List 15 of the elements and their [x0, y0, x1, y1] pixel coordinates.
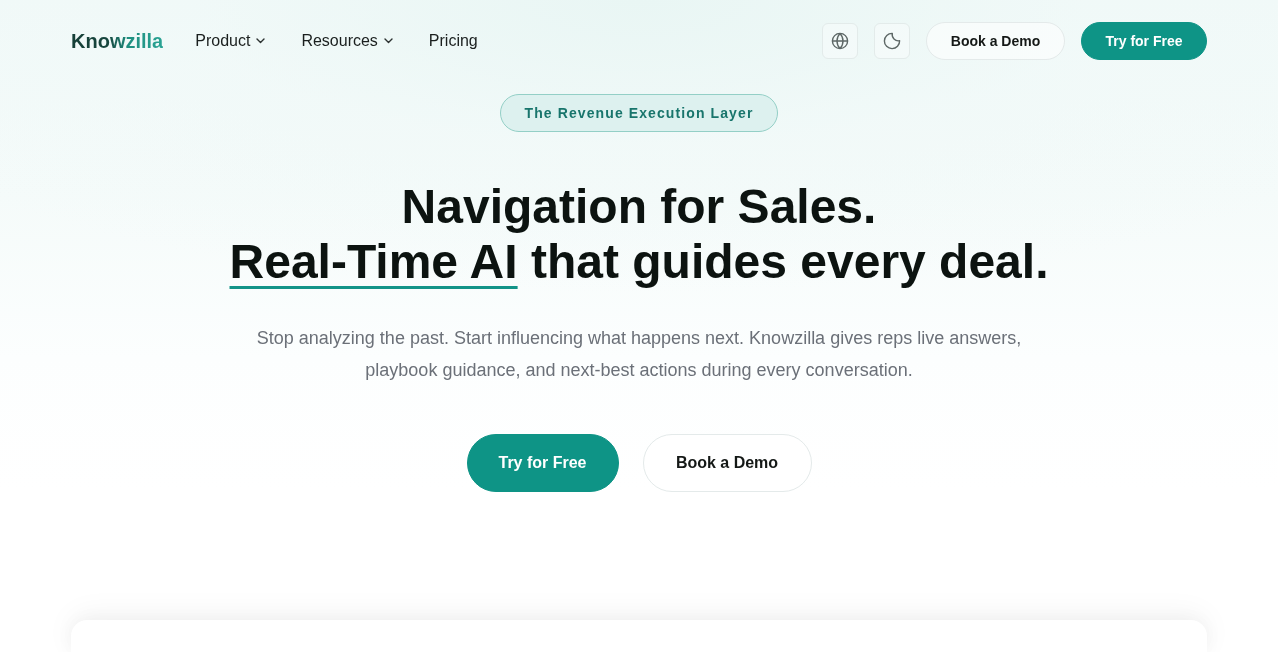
theme-toggle-button[interactable]: [874, 23, 910, 59]
language-button[interactable]: [822, 23, 858, 59]
globe-icon: [831, 32, 849, 50]
try-free-button[interactable]: Try for Free: [1081, 22, 1207, 60]
nav-link[interactable]: Pricing: [428, 33, 478, 49]
nav-menu-link[interactable]: Product: [195, 33, 266, 49]
book-demo-button[interactable]: Book a Demo: [926, 22, 1065, 60]
try-free-button[interactable]: Try for Free: [466, 434, 619, 492]
logo[interactable]: Knowzilla: [71, 31, 164, 51]
moon-icon: [883, 32, 901, 50]
nav-menu-link[interactable]: Resources: [301, 33, 393, 49]
hero-description: Stop analyzing the past. Start influencing what happens next. Knowzilla gives reps live answers, playbook guidance, and next-best actions during every conversation.: [255, 327, 1023, 382]
book-demo-button[interactable]: Book a Demo: [642, 434, 812, 492]
tagline-badge: The Revenue Execution Layer: [499, 94, 779, 132]
hero-heading: Navigation for Sales. Real-Time AI that guides every deal.: [228, 179, 1050, 289]
